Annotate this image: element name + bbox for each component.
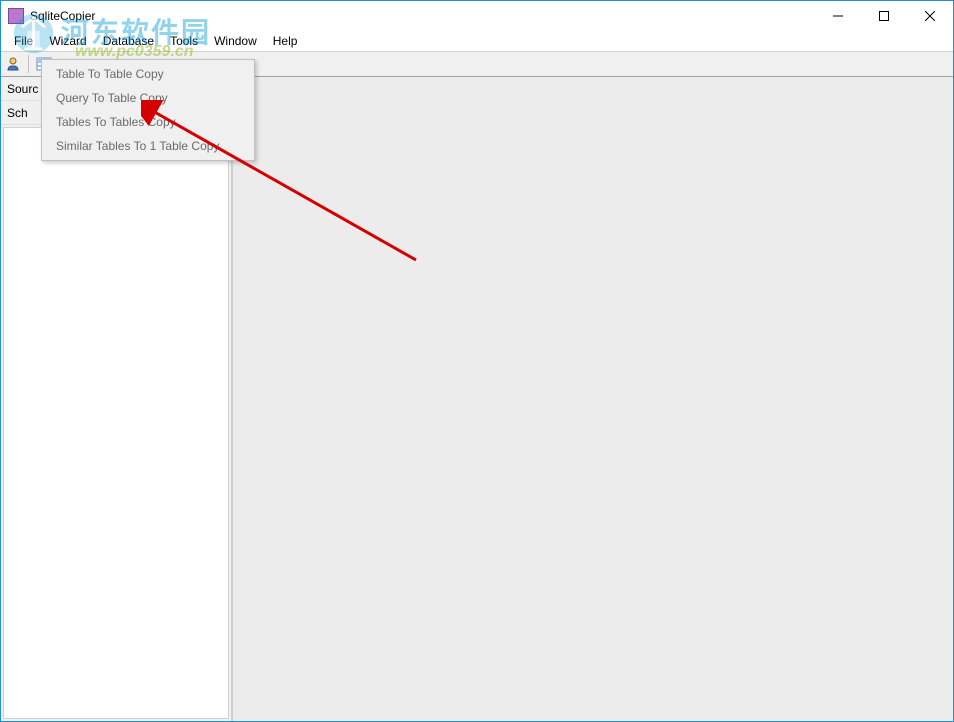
app-icon bbox=[8, 8, 24, 24]
dropdown-similar-tables[interactable]: Similar Tables To 1 Table Copy bbox=[42, 134, 254, 158]
titlebar: SqliteCopier bbox=[1, 1, 953, 31]
dropdown-table-to-table[interactable]: Table To Table Copy bbox=[42, 62, 254, 86]
dropdown-query-to-table[interactable]: Query To Table Copy bbox=[42, 86, 254, 110]
maximize-button[interactable] bbox=[861, 1, 907, 31]
left-panel: Sourc Sch bbox=[1, 77, 233, 721]
toolbar-separator bbox=[28, 55, 29, 73]
source-label: Sourc bbox=[7, 82, 38, 96]
content-panel bbox=[233, 77, 953, 721]
schema-label: Sch bbox=[7, 106, 28, 120]
wizard-dropdown: Table To Table Copy Query To Table Copy … bbox=[41, 59, 255, 161]
toolbar-user-icon[interactable] bbox=[4, 55, 22, 73]
tree-area[interactable] bbox=[3, 127, 229, 719]
menu-database[interactable]: Database bbox=[95, 32, 162, 50]
menu-tools[interactable]: Tools bbox=[162, 32, 206, 50]
menu-wizard[interactable]: Wizard bbox=[41, 32, 94, 50]
main-area: Sourc Sch bbox=[1, 77, 953, 721]
dropdown-tables-to-tables[interactable]: Tables To Tables Copy bbox=[42, 110, 254, 134]
window-title: SqliteCopier bbox=[30, 9, 95, 23]
window-controls bbox=[815, 1, 953, 31]
minimize-button[interactable] bbox=[815, 1, 861, 31]
close-button[interactable] bbox=[907, 1, 953, 31]
menu-window[interactable]: Window bbox=[206, 32, 265, 50]
menubar: File Wizard Database Tools Window Help bbox=[1, 31, 953, 51]
menu-help[interactable]: Help bbox=[265, 32, 306, 50]
menu-file[interactable]: File bbox=[6, 32, 41, 50]
